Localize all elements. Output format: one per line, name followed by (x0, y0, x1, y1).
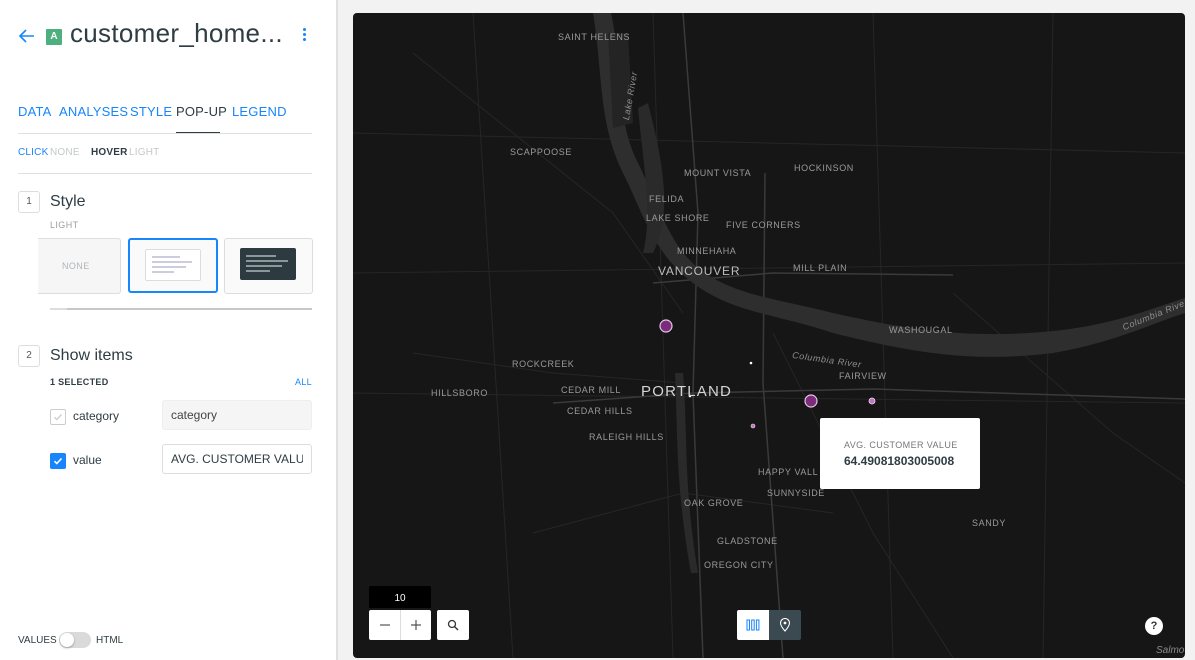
popup-subtabs: CLICK NONE HOVER LIGHT (18, 147, 312, 174)
show-items-title: Show items (50, 347, 133, 364)
sidebar: A customer_home... DATA ANALYSES STYLE P… (0, 0, 336, 660)
style-option-light[interactable] (128, 238, 218, 293)
place-label: SUNNYSIDE (767, 488, 825, 498)
style-section-title: Style (50, 193, 86, 210)
layer-title[interactable]: customer_home... (70, 18, 283, 49)
style-current-value: LIGHT (50, 220, 79, 230)
light-popup-preview-icon (145, 249, 201, 281)
place-label: FIVE CORNERS (726, 220, 801, 230)
subtab-hover-value: LIGHT (129, 147, 160, 158)
map-search-button[interactable] (437, 610, 469, 640)
place-label: MOUNT VISTA (684, 168, 752, 178)
html-toggle[interactable] (59, 632, 91, 648)
style-option-dark[interactable] (224, 238, 313, 294)
html-label: HTML (96, 635, 124, 646)
value-checkbox[interactable] (50, 453, 66, 469)
map-canvas[interactable]: SAINT HELENS SCAPPOOSE Lake River FELIDA… (353, 13, 1185, 658)
check-icon (54, 414, 63, 421)
place-label: FELIDA (649, 194, 685, 204)
map-pin-icon (779, 618, 791, 632)
place-label: MILL PLAIN (793, 263, 848, 273)
place-label: WASHOUGAL (889, 325, 953, 335)
place-label: SAINT HELENS (558, 32, 631, 42)
help-button[interactable]: ? (1145, 617, 1163, 635)
style-option-none-label: NONE (62, 261, 90, 271)
place-label: CEDAR HILLS (567, 406, 633, 416)
widgets-view-button[interactable] (737, 610, 769, 640)
tab-style[interactable]: STYLE (130, 104, 172, 119)
tab-data[interactable]: DATA (18, 104, 52, 119)
place-label: HILLSBORO (431, 388, 488, 398)
popup-field-value: 64.49081803005008 (844, 454, 955, 468)
value-field-name: value (73, 453, 102, 467)
place-label: PORTLAND (641, 383, 733, 400)
tab-analyses[interactable]: ANALYSES (59, 104, 128, 119)
place-label: GLADSTONE (717, 536, 778, 546)
map-point (750, 423, 756, 429)
place-label: ROCKCREEK (512, 359, 575, 369)
search-icon (447, 619, 459, 631)
place-label: OREGON CITY (704, 560, 774, 570)
step-number-2: 2 (18, 345, 40, 367)
tab-legend[interactable]: LEGEND (232, 104, 287, 119)
style-option-none[interactable]: NONE (38, 238, 121, 294)
place-label: FAIRVIEW (839, 371, 887, 381)
hover-popup: AVG. CUSTOMER VALUE 64.49081803005008 (820, 418, 980, 489)
sidebar-divider (336, 0, 338, 660)
category-field-name: category (73, 409, 120, 423)
subtab-hover[interactable]: HOVER (91, 147, 128, 158)
map-point (749, 361, 753, 365)
value-title-input[interactable] (162, 444, 312, 474)
subtab-click[interactable]: CLICK (18, 147, 48, 158)
dark-popup-preview-icon (240, 248, 296, 280)
place-label: VANCOUVER (658, 264, 741, 278)
zoom-control (369, 610, 431, 640)
zoom-level-indicator: 10 (369, 586, 431, 608)
place-label: OAK GROVE (684, 498, 744, 508)
map-point (804, 394, 818, 408)
step-number-1: 1 (18, 191, 40, 213)
category-checkbox[interactable] (50, 409, 66, 425)
view-switcher (737, 610, 801, 640)
zoom-out-button[interactable] (369, 610, 400, 640)
active-tab-indicator (176, 132, 220, 133)
style-options-scrollbar[interactable] (50, 308, 312, 310)
map-point (659, 319, 673, 333)
subtab-click-value: NONE (50, 147, 80, 158)
zoom-in-button[interactable] (400, 610, 431, 640)
selected-count: 1 SELECTED (50, 377, 109, 387)
place-label: CEDAR MILL (561, 385, 622, 395)
check-icon (53, 457, 63, 465)
plus-icon (410, 620, 421, 630)
place-label: RALEIGH HILLS (589, 432, 664, 442)
map-view-button[interactable] (769, 610, 801, 640)
place-label: SCAPPOOSE (510, 147, 572, 157)
place-label: HAPPY VALL (758, 467, 819, 477)
back-arrow-icon[interactable] (18, 27, 36, 45)
select-all-link[interactable]: ALL (295, 377, 312, 387)
layer-header: A customer_home... (18, 18, 318, 54)
layer-tabs: DATA ANALYSES STYLE POP-UP LEGEND (18, 104, 312, 134)
place-label: MINNEHAHA (677, 246, 737, 256)
tab-popup[interactable]: POP-UP (176, 104, 227, 119)
map-attribution: Salmo (1156, 645, 1185, 656)
columns-icon (746, 619, 760, 631)
place-label: HOCKINSON (794, 163, 854, 173)
more-options-icon[interactable] (300, 26, 308, 46)
popup-field-title: AVG. CUSTOMER VALUE (844, 440, 958, 450)
place-label: SANDY (972, 518, 1007, 528)
category-title-input[interactable] (162, 400, 312, 430)
map-point (868, 397, 876, 405)
minus-icon (379, 624, 390, 626)
layer-letter-badge: A (46, 29, 62, 45)
values-label: VALUES (18, 635, 57, 646)
place-label: LAKE SHORE (646, 213, 710, 223)
